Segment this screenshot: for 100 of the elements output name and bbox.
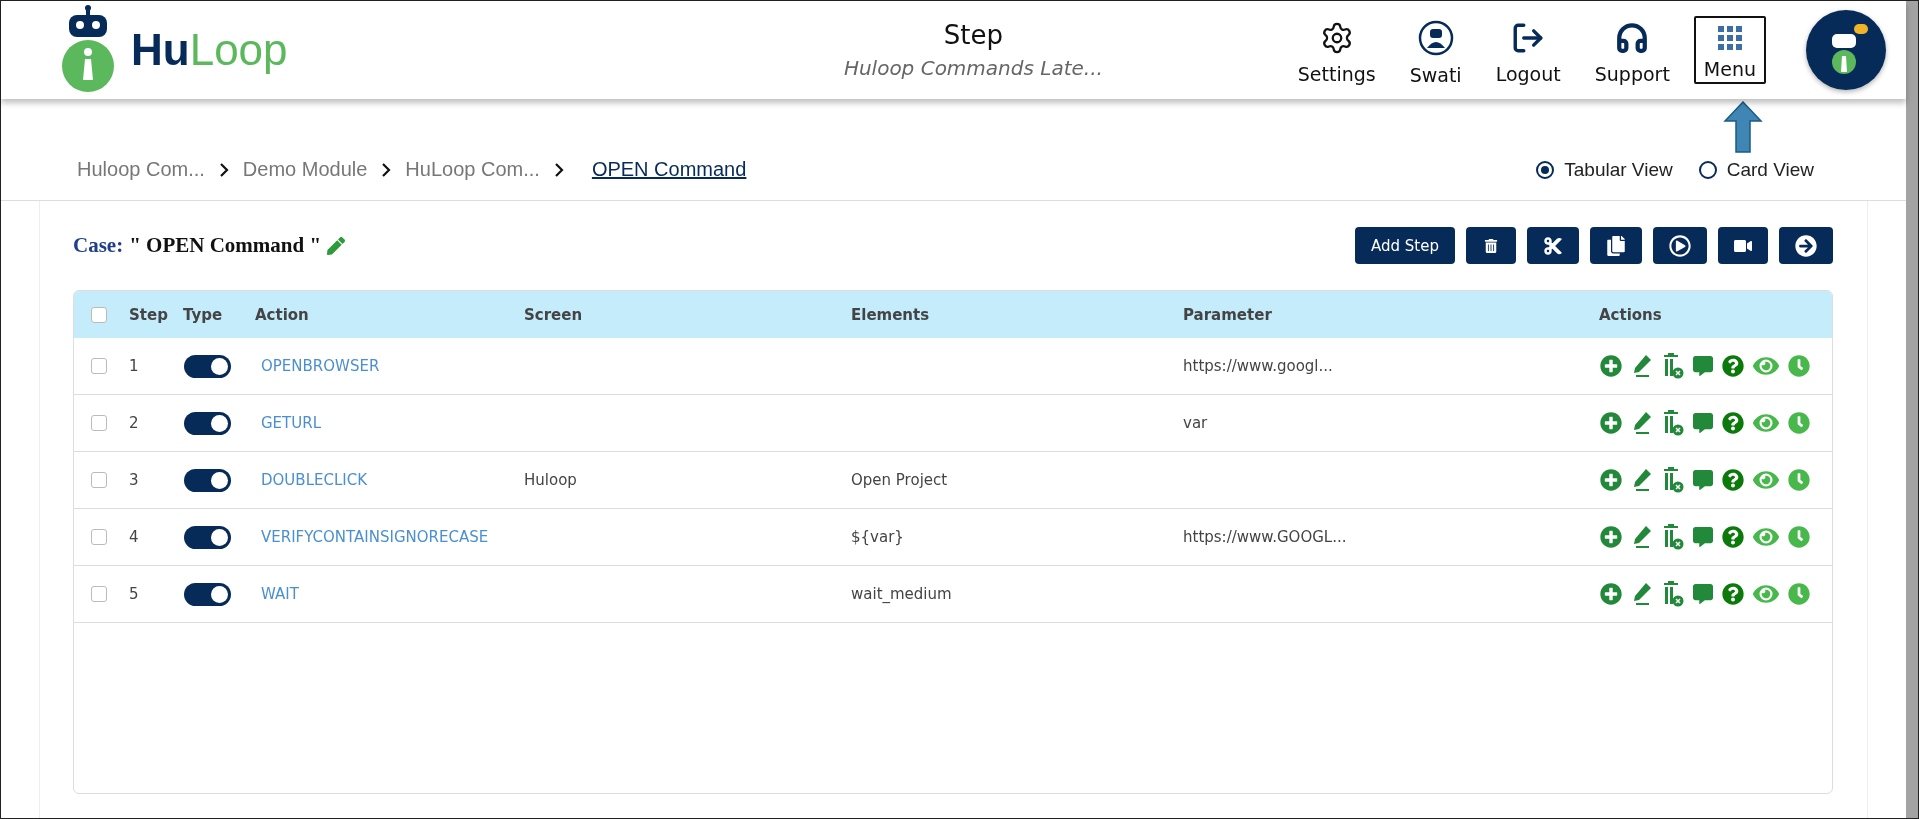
row-checkbox[interactable] — [91, 472, 107, 488]
run-button[interactable] — [1653, 227, 1707, 264]
clock-icon[interactable] — [1788, 526, 1810, 548]
trash-remove-icon[interactable] — [1662, 410, 1684, 436]
edit-icon[interactable] — [1631, 582, 1653, 606]
parameter-cell-text: https://www.GOOGL... — [1182, 528, 1348, 546]
type-toggle[interactable] — [184, 525, 231, 549]
add-icon[interactable] — [1600, 355, 1622, 377]
user-nav-button[interactable]: Swati — [1399, 10, 1472, 90]
radio-label: Tabular View — [1564, 158, 1673, 181]
next-button[interactable] — [1779, 227, 1833, 264]
case-name: " OPEN Command " — [129, 233, 322, 258]
column-header: Action — [254, 305, 310, 324]
comment-icon[interactable] — [1693, 470, 1713, 490]
step-number: 1 — [128, 357, 140, 375]
clock-icon[interactable] — [1788, 583, 1810, 605]
help-icon[interactable] — [1722, 412, 1744, 434]
view-radio[interactable]: Card View — [1698, 158, 1814, 181]
column-header: Elements — [850, 305, 931, 324]
add-icon[interactable] — [1600, 526, 1622, 548]
parameter-cell-text: var — [1182, 414, 1209, 432]
trash-icon — [1484, 238, 1498, 253]
radio-indicator[interactable] — [1698, 160, 1717, 179]
radio-indicator[interactable] — [1536, 160, 1555, 179]
brand-name: HuLoop — [131, 25, 288, 75]
row-checkbox[interactable] — [91, 415, 107, 431]
case-label: Case: — [73, 233, 124, 258]
trash-remove-icon[interactable] — [1662, 353, 1684, 379]
robot-user-icon — [1417, 20, 1454, 56]
add-step-button[interactable]: Add Step — [1355, 227, 1455, 264]
menu-nav-button[interactable]: Menu — [1693, 16, 1766, 84]
arrow-circle-right-icon — [1795, 234, 1817, 257]
radio-label: Card View — [1726, 158, 1814, 181]
chevron-right-icon — [381, 161, 392, 178]
type-toggle[interactable] — [184, 468, 231, 492]
headphones-icon — [1615, 21, 1650, 55]
comment-icon[interactable] — [1693, 413, 1713, 433]
copy-button[interactable] — [1590, 227, 1642, 264]
add-icon[interactable] — [1600, 583, 1622, 605]
comment-icon[interactable] — [1693, 356, 1713, 376]
select-all-checkbox[interactable] — [91, 306, 107, 323]
step-number: 4 — [128, 528, 140, 546]
column-header: Parameter — [1182, 305, 1273, 324]
edit-pencil-icon[interactable] — [327, 236, 346, 255]
elements-cell-text: ${var} — [850, 528, 905, 546]
type-toggle[interactable] — [184, 411, 231, 435]
screen-cell-text: Huloop — [523, 471, 578, 489]
annotation-arrow — [1723, 101, 1763, 153]
step-number: 2 — [128, 414, 140, 432]
elements-cell-text: wait_medium — [850, 585, 953, 603]
edit-icon[interactable] — [1631, 525, 1653, 549]
row-checkbox[interactable] — [91, 529, 107, 545]
copy-icon — [1606, 235, 1626, 256]
step-number: 5 — [128, 585, 140, 603]
support-nav-button[interactable]: Support — [1584, 11, 1680, 89]
edit-icon[interactable] — [1631, 468, 1653, 492]
comment-icon[interactable] — [1693, 527, 1713, 547]
row-checkbox[interactable] — [91, 586, 107, 602]
trash-remove-icon[interactable] — [1662, 467, 1684, 493]
help-icon[interactable] — [1722, 355, 1744, 377]
breadcrumb-link[interactable]: OPEN Command — [591, 158, 747, 181]
help-icon[interactable] — [1722, 583, 1744, 605]
scrollbar[interactable] — [1906, 1, 1918, 818]
assistant-avatar[interactable] — [1806, 10, 1886, 90]
scissors-icon — [1543, 235, 1563, 256]
trash-remove-icon[interactable] — [1662, 524, 1684, 550]
record-button[interactable] — [1718, 227, 1768, 264]
clock-icon[interactable] — [1788, 412, 1810, 434]
view-radio[interactable]: Tabular View — [1536, 158, 1673, 181]
step-number: 3 — [128, 471, 140, 489]
breadcrumb-link[interactable]: Demo Module — [242, 158, 368, 181]
breadcrumb-link[interactable]: Huloop Com... — [77, 158, 205, 181]
clock-icon[interactable] — [1788, 469, 1810, 491]
grid-menu-icon — [1717, 26, 1742, 50]
type-toggle[interactable] — [184, 354, 231, 378]
parameter-cell-text: https://www.googl... — [1182, 357, 1334, 375]
help-icon[interactable] — [1722, 469, 1744, 491]
logout-nav-button[interactable]: Logout — [1485, 11, 1571, 89]
trash-remove-icon[interactable] — [1662, 581, 1684, 607]
column-header: Type — [182, 305, 224, 324]
column-header: Screen — [523, 305, 584, 324]
clock-icon[interactable] — [1788, 355, 1810, 377]
type-toggle[interactable] — [184, 582, 231, 606]
edit-icon[interactable] — [1631, 411, 1653, 435]
comment-icon[interactable] — [1693, 584, 1713, 604]
help-icon[interactable] — [1722, 526, 1744, 548]
delete-button[interactable] — [1466, 227, 1516, 264]
column-header: Step — [128, 305, 169, 324]
edit-icon[interactable] — [1631, 354, 1653, 378]
page-title: Step — [943, 20, 1003, 50]
elements-cell-text: Open Project — [850, 471, 949, 489]
row-checkbox[interactable] — [91, 358, 107, 374]
settings-nav-button[interactable]: Settings — [1287, 11, 1386, 89]
add-icon[interactable] — [1600, 469, 1622, 491]
cut-button[interactable] — [1527, 227, 1579, 264]
chevron-right-icon — [218, 161, 229, 178]
page-subtitle: Huloop Commands Late... — [843, 56, 1103, 80]
add-icon[interactable] — [1600, 412, 1622, 434]
breadcrumb-link[interactable]: HuLoop Com... — [405, 158, 540, 181]
chevron-right-icon — [553, 161, 564, 178]
